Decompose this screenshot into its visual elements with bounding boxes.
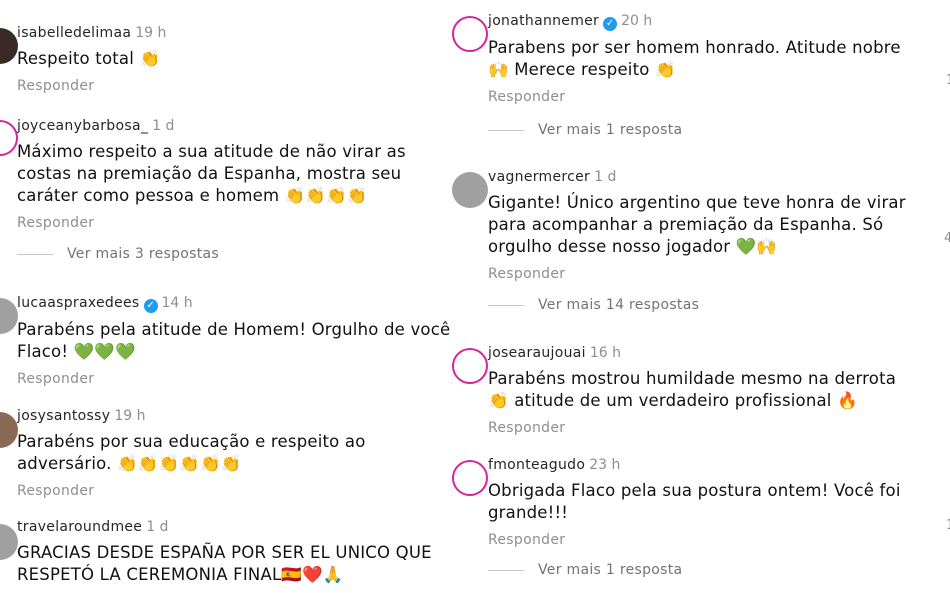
comment-time: 1 d (146, 519, 169, 535)
comment-username[interactable]: josearaujouai (488, 345, 586, 361)
comment-username[interactable]: fmonteagudo (488, 457, 585, 473)
comment-username[interactable]: isabelledelimaa (17, 25, 131, 41)
like-count: 1 (946, 518, 950, 533)
view-more-replies-label: Ver mais 1 resposta (538, 562, 683, 578)
avatar[interactable] (0, 120, 18, 156)
avatar[interactable] (0, 412, 18, 448)
avatar[interactable] (0, 28, 18, 64)
like-count: 1 (946, 73, 950, 88)
comment-text: Máximo respeito a sua atitude de não vir… (17, 142, 406, 205)
comment-time: 23 h (589, 457, 621, 473)
view-more-replies-label: Ver mais 3 respostas (67, 246, 219, 262)
comment-text: Respeito total 👏 (17, 49, 161, 68)
view-more-replies-label: Ver mais 1 resposta (538, 122, 683, 138)
comment-username[interactable]: jonathannemer (488, 13, 599, 29)
verified-badge-icon: ✓ (603, 17, 618, 31)
right-comment-column: jonathannemer ✓ 20 h Parabens por ser home… (452, 0, 950, 593)
comment: lucaaspraxedees ✓ 14 h Parabéns pela atitu… (17, 294, 457, 387)
divider (488, 304, 524, 306)
comment-time: 16 h (589, 345, 621, 361)
comment: josysantossy 19 h Parabéns por sua educaç… (17, 407, 457, 499)
avatar[interactable] (452, 172, 488, 208)
comment: isabelledelimaa 19 h Respeito total 👏 Res… (17, 24, 457, 94)
comment-time: 19 h (114, 408, 146, 424)
view-more-replies-button[interactable]: Ver mais 14 respostas (488, 297, 699, 313)
verified-badge-icon: ✓ (143, 299, 158, 313)
comment-text: GRACIAS DESDE ESPAÑA POR SER EL UNICO QU… (17, 543, 432, 584)
comment: fmonteagudo 23 h Obrigada Flaco pela sua … (488, 456, 918, 548)
reply-button[interactable]: Responder (488, 532, 918, 548)
reply-button[interactable]: Responder (17, 483, 457, 499)
view-more-replies-label: Ver mais 14 respostas (538, 297, 700, 313)
like-count: 4 (944, 231, 950, 246)
comment: josearaujouai 16 h Parabéns mostrou humil… (488, 344, 918, 436)
comment-text: Gigante! Único argentino que teve honra … (488, 193, 906, 256)
comment-text: Parabéns por sua educação e respeito ao … (17, 432, 366, 473)
view-more-replies-button[interactable]: Ver mais 1 resposta (488, 122, 682, 138)
avatar[interactable] (452, 460, 488, 496)
comment: jonathannemer ✓ 20 h Parabens por ser home… (488, 12, 918, 105)
comment-username[interactable]: josysantossy (17, 408, 110, 424)
avatar[interactable] (452, 16, 488, 52)
comment-username[interactable]: joyceanybarbosa_ (17, 118, 148, 134)
reply-button[interactable]: Responder (17, 78, 457, 94)
divider (488, 569, 524, 571)
comment: vagnermercer 1 d Gigante! Único argentino… (488, 168, 918, 282)
comment: joyceanybarbosa_ 1 d Máximo respeito a su… (17, 117, 457, 231)
comment-time: 1 d (594, 169, 617, 185)
divider (17, 253, 53, 255)
view-more-replies-button[interactable]: Ver mais 1 resposta (488, 562, 682, 578)
avatar[interactable] (0, 524, 18, 560)
comment-username[interactable]: travelaroundmee (17, 519, 142, 535)
divider (488, 129, 524, 131)
comment-username[interactable]: lucaaspraxedees (17, 295, 140, 311)
reply-button[interactable]: Responder (17, 215, 457, 231)
comment-text: Parabéns mostrou humildade mesmo na derr… (488, 369, 897, 410)
comment-text: Parabens por ser homem honrado. Atitude … (488, 38, 901, 79)
comment: travelaroundmee 1 d GRACIAS DESDE ESPAÑA … (17, 518, 457, 586)
comment-time: 20 h (621, 13, 653, 29)
view-more-replies-button[interactable]: Ver mais 3 respostas (17, 246, 219, 262)
comment-time: 1 d (152, 118, 175, 134)
comment-time: 19 h (135, 25, 167, 41)
comment-username[interactable]: vagnermercer (488, 169, 590, 185)
reply-button[interactable]: Responder (488, 266, 918, 282)
comment-text: Obrigada Flaco pela sua postura ontem! V… (488, 481, 901, 522)
comment-time: 14 h (161, 295, 193, 311)
reply-button[interactable]: Responder (488, 420, 918, 436)
avatar[interactable] (452, 348, 488, 384)
reply-button[interactable]: Responder (17, 371, 457, 387)
comment-text: Parabéns pela atitude de Homem! Orgulho … (17, 320, 451, 361)
reply-button[interactable]: Responder (488, 89, 918, 105)
left-comment-column: isabelledelimaa 19 h Respeito total 👏 Res… (0, 0, 470, 593)
avatar[interactable] (0, 298, 18, 334)
